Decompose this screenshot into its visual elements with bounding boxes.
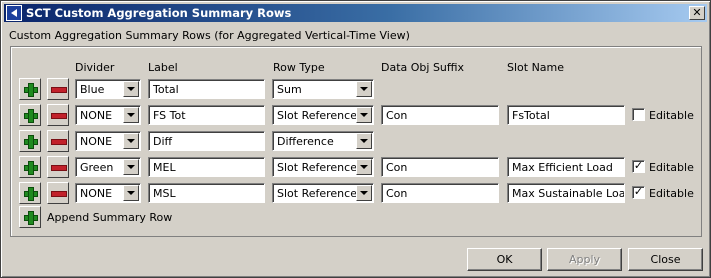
editable-checkbox[interactable]: ✓ — [632, 186, 645, 199]
append-row-plus-icon[interactable] — [19, 206, 41, 228]
chevron-down-icon[interactable] — [356, 159, 372, 175]
slot-name-input[interactable]: FsTotal — [507, 105, 625, 125]
header-divider: Divider — [75, 61, 115, 74]
chevron-down-icon[interactable] — [123, 133, 139, 149]
divider-value: Green — [80, 161, 114, 174]
add-row-plus-icon[interactable] — [19, 104, 41, 126]
remove-row-minus-icon[interactable] — [47, 104, 69, 126]
divider-value: Blue — [80, 83, 105, 96]
chevron-down-icon[interactable] — [356, 185, 372, 201]
editable-label: Editable — [649, 187, 694, 200]
divider-value: NONE — [80, 135, 113, 148]
row-type-select[interactable]: Sum — [272, 79, 374, 99]
close-window-button[interactable]: ✕ — [689, 6, 705, 20]
add-row-plus-icon[interactable] — [19, 182, 41, 204]
label-input[interactable]: Total — [148, 79, 265, 99]
header-label: Label — [148, 61, 178, 74]
close-button[interactable]: Close — [628, 248, 703, 271]
header-slot-name: Slot Name — [507, 61, 565, 74]
chevron-down-icon[interactable] — [123, 185, 139, 201]
row-type-value: Difference — [277, 135, 334, 148]
row-type-select[interactable]: Difference — [272, 131, 374, 151]
row-type-value: Slot Reference — [277, 109, 357, 122]
data-obj-suffix-input[interactable]: Con — [381, 183, 499, 203]
add-row-plus-icon[interactable] — [19, 130, 41, 152]
remove-row-minus-icon[interactable] — [47, 156, 69, 178]
row-type-select[interactable]: Slot Reference — [272, 157, 374, 177]
editable-label: Editable — [649, 161, 694, 174]
divider-value: NONE — [80, 187, 113, 200]
dialog-window: SCT Custom Aggregation Summary Rows ✕ Cu… — [0, 0, 711, 278]
chevron-down-icon[interactable] — [356, 133, 372, 149]
add-row-plus-icon[interactable] — [19, 156, 41, 178]
divider-select[interactable]: NONE — [75, 183, 141, 203]
chevron-down-icon[interactable] — [356, 107, 372, 123]
divider-select[interactable]: Blue — [75, 79, 141, 99]
editable-checkbox[interactable]: ✓ — [632, 160, 645, 173]
remove-row-minus-icon[interactable] — [47, 182, 69, 204]
editable-checkbox[interactable] — [632, 108, 645, 121]
title-bar[interactable]: SCT Custom Aggregation Summary Rows ✕ — [4, 4, 707, 22]
slot-name-input[interactable]: Max Efficient Load — [507, 157, 625, 177]
row-type-value: Slot Reference — [277, 187, 357, 200]
data-obj-suffix-input[interactable]: Con — [381, 105, 499, 125]
divider-value: NONE — [80, 109, 113, 122]
add-row-plus-icon[interactable] — [19, 78, 41, 100]
chevron-down-icon[interactable] — [123, 81, 139, 97]
divider-select[interactable]: NONE — [75, 131, 141, 151]
editable-label: Editable — [649, 109, 694, 122]
label-input[interactable]: MEL — [148, 157, 265, 177]
check-mark-icon: ✓ — [633, 185, 644, 198]
row-type-value: Slot Reference — [277, 161, 357, 174]
row-type-select[interactable]: Slot Reference — [272, 183, 374, 203]
app-icon — [6, 5, 22, 21]
row-type-value: Sum — [277, 83, 302, 96]
remove-row-minus-icon[interactable] — [47, 130, 69, 152]
row-type-select[interactable]: Slot Reference — [272, 105, 374, 125]
label-input[interactable]: FS Tot — [148, 105, 265, 125]
slot-name-input[interactable]: Max Sustainable Load — [507, 183, 625, 203]
append-summary-row-label: Append Summary Row — [47, 211, 173, 224]
chevron-down-icon[interactable] — [123, 107, 139, 123]
label-input[interactable]: MSL — [148, 183, 265, 203]
label-input[interactable]: Diff — [148, 131, 265, 151]
chevron-down-icon[interactable] — [356, 81, 372, 97]
header-row-type: Row Type — [273, 61, 325, 74]
apply-button[interactable]: Apply — [547, 248, 622, 271]
data-obj-suffix-input[interactable]: Con — [381, 157, 499, 177]
divider-select[interactable]: NONE — [75, 105, 141, 125]
window-title: SCT Custom Aggregation Summary Rows — [26, 6, 292, 20]
ok-button[interactable]: OK — [467, 248, 542, 271]
divider-select[interactable]: Green — [75, 157, 141, 177]
chevron-down-icon[interactable] — [123, 159, 139, 175]
remove-row-minus-icon[interactable] — [47, 78, 69, 100]
dialog-subtitle: Custom Aggregation Summary Rows (for Agg… — [9, 29, 410, 42]
header-data-obj-suffix: Data Obj Suffix — [381, 61, 465, 74]
check-mark-icon: ✓ — [633, 159, 644, 172]
